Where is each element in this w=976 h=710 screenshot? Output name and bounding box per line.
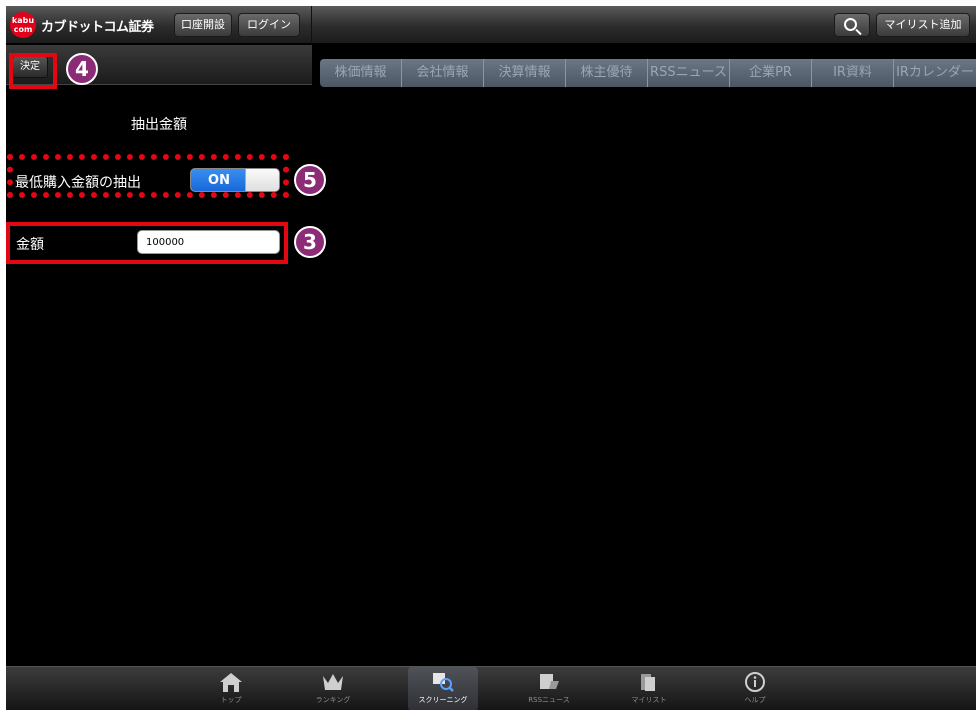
info-icon: [745, 672, 765, 692]
panel-title: 抽出金額: [131, 117, 187, 133]
tab-shareholder-benefits[interactable]: 株主優待: [566, 59, 648, 87]
tab-ir-documents[interactable]: IR資料: [812, 59, 894, 87]
tab-ir-calendar[interactable]: IRカレンダー: [894, 59, 976, 87]
tabbar-item-rss-news[interactable]: RSSニュース: [514, 667, 584, 710]
tabbar-label: ヘルプ: [744, 696, 766, 704]
annotation-badge-4: 4: [66, 53, 98, 85]
home-icon: [220, 673, 242, 692]
tabbar-item-mylist[interactable]: マイリスト: [614, 667, 684, 710]
mylist-icon: [641, 674, 655, 691]
screening-icon: [433, 673, 454, 692]
news-icon: [540, 674, 559, 689]
bottom-tab-bar: トップ ランキング スクリーニング RSSニュース マイリスト ヘルプ: [6, 666, 976, 710]
tabbar-item-screening[interactable]: スクリーニング: [408, 667, 478, 710]
annotation-badge-5: 5: [294, 164, 326, 196]
brand-name: カブドットコム証券: [41, 20, 154, 35]
search-button[interactable]: [834, 13, 870, 37]
crown-icon: [323, 674, 343, 690]
login-button[interactable]: ログイン: [238, 13, 300, 37]
top-bar-left: kabu com カブドットコム証券 口座開設 ログイン: [6, 6, 312, 44]
add-mylist-button[interactable]: マイリスト追加: [876, 13, 970, 37]
tab-rss-news[interactable]: RSSニュース: [648, 59, 730, 87]
tab-company-pr[interactable]: 企業PR: [730, 59, 812, 87]
annotation-badge-3: 3: [294, 226, 326, 258]
tabbar-label: RSSニュース: [528, 696, 570, 704]
info-tabs: 株価情報 会社情報 決算情報 株主優待 RSSニュース 企業PR IR資料 IR…: [320, 59, 976, 87]
brand-logo-icon: kabu com: [10, 12, 36, 38]
tabbar-label: スクリーニング: [418, 696, 468, 704]
tabbar-item-help[interactable]: ヘルプ: [720, 667, 790, 710]
app-frame: kabu com カブドットコム証券 口座開設 ログイン マイリスト追加 決定 …: [6, 6, 976, 710]
tab-financials[interactable]: 決算情報: [484, 59, 566, 87]
tabbar-label: ランキング: [315, 696, 351, 704]
tab-stock-price[interactable]: 株価情報: [320, 59, 402, 87]
tab-company-info[interactable]: 会社情報: [402, 59, 484, 87]
tabbar-label: トップ: [220, 696, 242, 704]
tabbar-label: マイリスト: [631, 696, 667, 704]
tabbar-item-ranking[interactable]: ランキング: [298, 667, 368, 710]
annotation-box-amount: [6, 222, 288, 264]
annotation-box-toggle: [7, 154, 289, 198]
annotation-box-decide: [9, 53, 57, 89]
tabbar-item-top[interactable]: トップ: [196, 667, 266, 710]
top-bar: kabu com カブドットコム証券 口座開設 ログイン マイリスト追加: [6, 6, 976, 44]
search-icon: [843, 18, 857, 31]
open-account-button[interactable]: 口座開設: [174, 13, 232, 37]
